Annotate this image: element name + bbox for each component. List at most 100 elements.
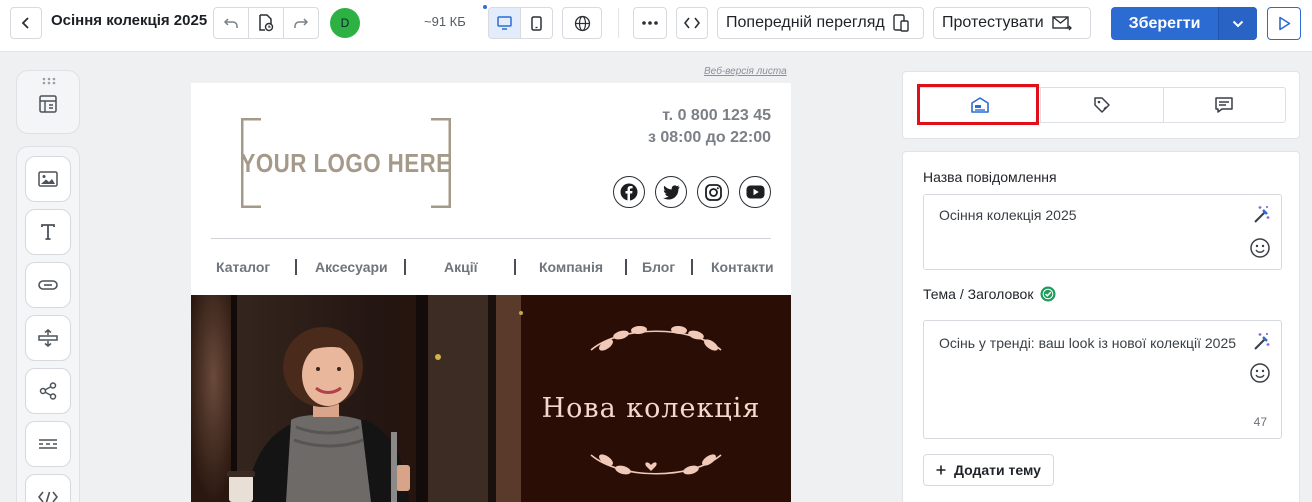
email-size: ~91 КБ (424, 14, 466, 29)
web-version-link[interactable]: Веб-версія листа (704, 66, 787, 77)
save-options-button[interactable] (1218, 7, 1257, 40)
emoji-icon[interactable] (1249, 237, 1271, 259)
campaign-title[interactable]: Осіння колекція 2025 (51, 12, 207, 29)
instagram-link[interactable] (697, 176, 729, 208)
text-block[interactable] (25, 209, 71, 255)
menu-item-sales[interactable]: Акції (444, 259, 478, 275)
layout-icon (39, 95, 57, 113)
toolbar-divider (618, 8, 619, 38)
message-name-label: Назва повідомлення (923, 169, 1057, 185)
save-button[interactable]: Зберегти (1111, 7, 1218, 40)
menu-item-contacts[interactable]: Контакти (711, 259, 774, 275)
social-links (613, 176, 771, 208)
tab-design[interactable] (1040, 88, 1162, 122)
youtube-link[interactable] (739, 176, 771, 208)
comments-icon (1215, 97, 1234, 113)
plus-icon (936, 465, 946, 475)
youtube-icon (746, 185, 764, 199)
verified-check-icon (1040, 286, 1056, 302)
email-nav-menu: Каталог Аксесуари Акції Компанія Блог Ко… (191, 259, 791, 277)
message-name-label-text: Назва повідомлення (923, 169, 1057, 185)
history-icon (259, 14, 274, 32)
html-block-icon (38, 491, 58, 502)
hero-banner[interactable]: Нова колекція (191, 295, 791, 502)
chevron-down-icon (1232, 20, 1244, 27)
html-block[interactable] (25, 474, 71, 502)
test-send-button-label: Протестувати (942, 14, 1044, 31)
spacer-block[interactable] (25, 315, 71, 361)
back-button[interactable] (10, 7, 42, 39)
divider-block[interactable] (25, 421, 71, 467)
logo-placeholder[interactable]: YOUR LOGO HERE (241, 118, 451, 208)
contact-info: т. 0 800 123 45 з 08:00 до 22:00 (648, 105, 771, 149)
working-hours: з 08:00 до 22:00 (647, 129, 771, 146)
subject-input[interactable]: Осінь у тренді: ваш look із нової колекц… (923, 320, 1282, 439)
content-blocks-rail (16, 146, 80, 502)
phone-number: т. 0 800 123 45 (662, 107, 771, 124)
menu-separator (691, 259, 693, 275)
twitter-link[interactable] (655, 176, 687, 208)
button-block-icon (38, 280, 58, 290)
code-button[interactable] (676, 7, 708, 39)
desktop-view-button[interactable] (489, 8, 521, 38)
subject-label-text: Тема / Заголовок (923, 286, 1034, 302)
design-tag-icon (1094, 97, 1110, 113)
ai-magic-wand-icon[interactable] (1251, 331, 1271, 351)
play-icon (1278, 16, 1290, 31)
avatar[interactable]: D (330, 8, 360, 38)
subject-label: Тема / Заголовок (923, 286, 1056, 302)
add-subject-button[interactable]: Додати тему (923, 454, 1054, 486)
divider-block-icon (39, 439, 57, 449)
mobile-view-button[interactable] (520, 8, 552, 38)
subject-value: Осінь у тренді: ваш look із нової колекц… (939, 335, 1237, 351)
button-block[interactable] (25, 262, 71, 308)
social-block[interactable] (25, 368, 71, 414)
spacer-block-icon (38, 329, 58, 347)
ai-magic-wand-icon[interactable] (1251, 204, 1271, 224)
social-block-icon (39, 382, 57, 400)
more-button[interactable] (633, 7, 667, 39)
redo-icon (294, 18, 308, 28)
image-block[interactable] (25, 156, 71, 202)
header-divider (211, 238, 771, 239)
subject-char-count: 47 (1253, 415, 1267, 429)
preview-devices-icon (893, 14, 909, 32)
top-toolbar: Осіння колекція 2025 D ~91 КБ Попередній… (0, 0, 1312, 52)
drag-handle-icon (42, 77, 56, 85)
logo-text: YOUR LOGO HERE (240, 147, 452, 178)
email-canvas[interactable]: YOUR LOGO HERE т. 0 800 123 45 з 08:00 д… (191, 83, 791, 502)
menu-item-blog[interactable]: Блог (642, 259, 675, 275)
active-tab-highlight (917, 84, 1039, 125)
preview-button[interactable]: Попередній перегляд (717, 7, 924, 39)
run-campaign-button[interactable] (1267, 7, 1301, 40)
language-button[interactable] (562, 7, 602, 39)
message-name-input[interactable]: Осіння колекція 2025 (923, 194, 1282, 270)
menu-item-catalog[interactable]: Каталог (216, 259, 270, 275)
menu-separator (295, 259, 297, 275)
chevron-left-icon (21, 17, 29, 29)
blocks-panel-toggle[interactable] (16, 70, 80, 134)
tab-comments[interactable] (1162, 88, 1285, 122)
instagram-icon (704, 183, 722, 201)
hero-title: Нова колекція (541, 393, 761, 424)
image-block-icon (38, 171, 58, 187)
add-subject-label: Додати тему (954, 462, 1041, 478)
status-dot (483, 5, 487, 9)
text-block-icon (41, 224, 55, 240)
history-button[interactable] (248, 8, 282, 38)
facebook-link[interactable] (613, 176, 645, 208)
more-icon (642, 21, 658, 25)
send-mail-icon (1051, 15, 1072, 30)
mobile-icon (531, 15, 542, 31)
menu-separator (404, 259, 406, 275)
redo-button[interactable] (282, 8, 318, 38)
emoji-icon[interactable] (1249, 362, 1271, 384)
history-controls (213, 7, 319, 39)
undo-button[interactable] (214, 8, 248, 38)
test-send-button[interactable]: Протестувати (933, 7, 1091, 39)
desktop-icon (497, 16, 512, 30)
facebook-icon (620, 183, 638, 201)
menu-item-company[interactable]: Компанія (539, 259, 603, 275)
menu-item-accessories[interactable]: Аксесуари (315, 259, 388, 275)
device-switch (488, 7, 553, 39)
